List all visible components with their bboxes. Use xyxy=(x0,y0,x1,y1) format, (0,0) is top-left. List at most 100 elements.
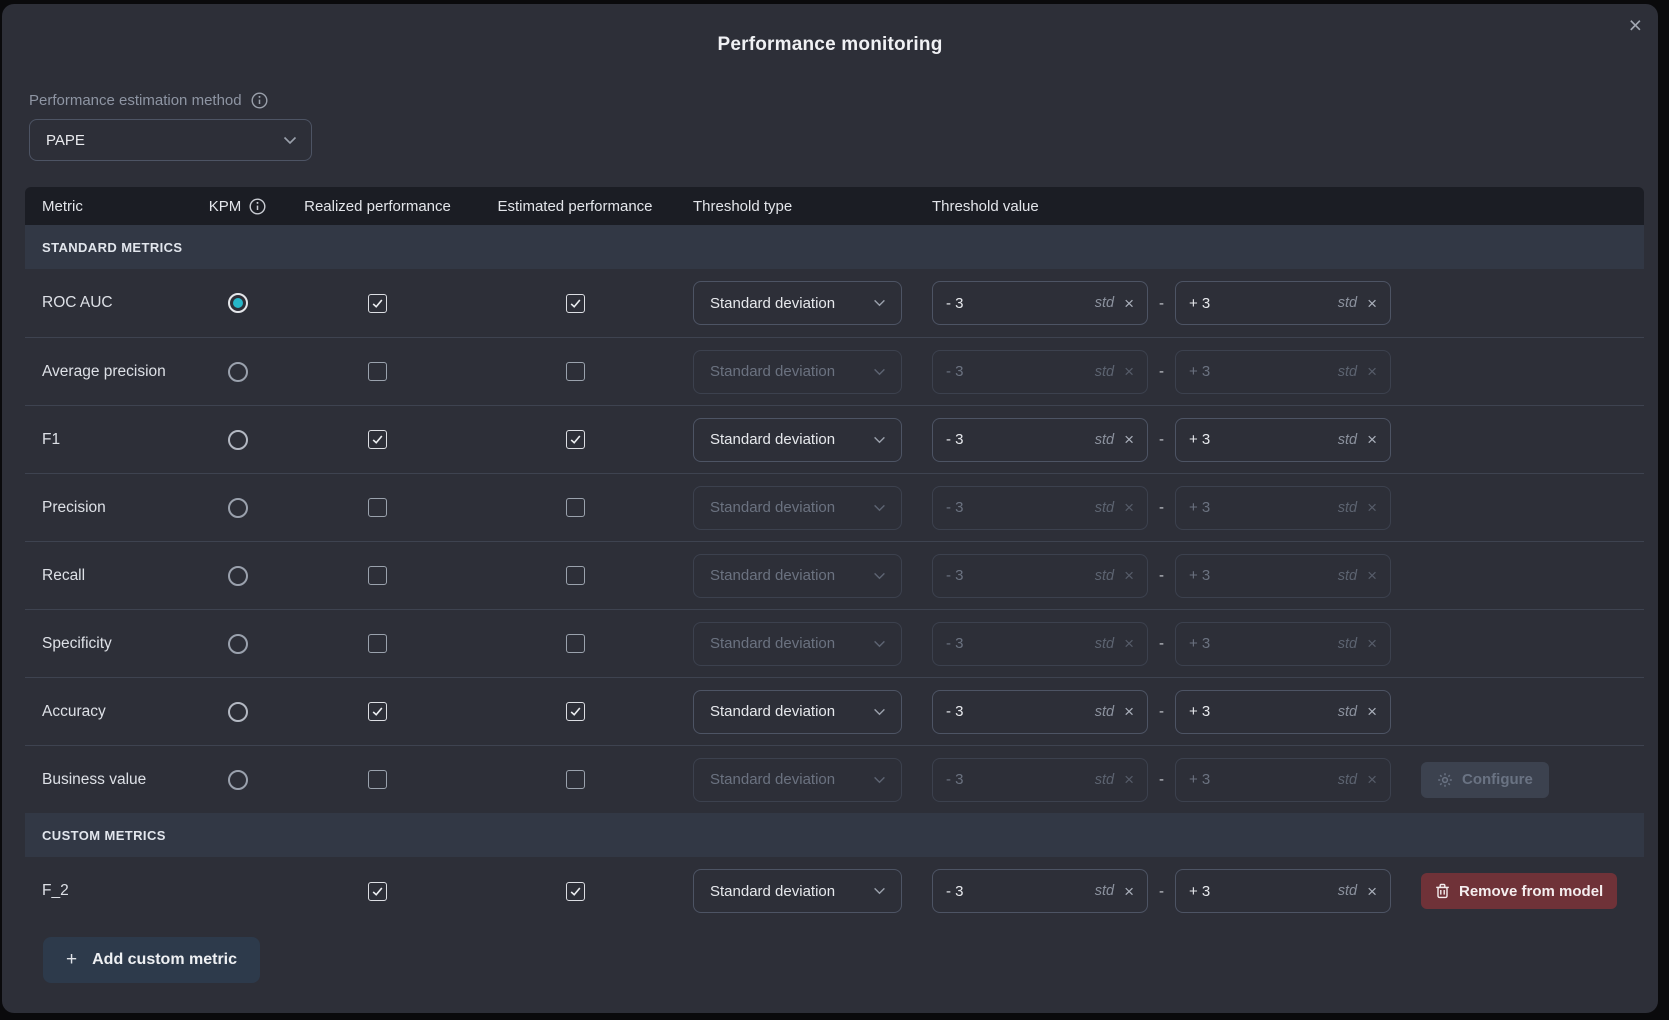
std-unit-label: std xyxy=(1095,500,1114,516)
metric-label: ROC AUC xyxy=(25,294,190,312)
clear-icon[interactable]: × xyxy=(1367,883,1377,900)
clear-icon[interactable]: × xyxy=(1367,363,1377,380)
estimation-method-select[interactable]: PAPE xyxy=(29,119,312,161)
estimated-checkbox[interactable] xyxy=(566,430,585,449)
threshold-upper-value: + 3 xyxy=(1189,635,1328,652)
estimated-checkbox[interactable] xyxy=(566,634,585,653)
add-custom-metric-label: Add custom metric xyxy=(92,951,237,969)
threshold-type-select[interactable]: Standard deviation xyxy=(693,690,902,734)
threshold-lower-input[interactable]: - 3 std × xyxy=(932,554,1148,598)
estimation-method-label: Performance estimation method xyxy=(29,92,242,109)
clear-icon[interactable]: × xyxy=(1124,363,1134,380)
clear-icon[interactable]: × xyxy=(1367,431,1377,448)
threshold-lower-input[interactable]: - 3 std × xyxy=(932,486,1148,530)
estimation-method-block: Performance estimation method PAPE xyxy=(29,92,1658,161)
threshold-upper-input[interactable]: + 3 std × xyxy=(1175,350,1391,394)
estimated-checkbox[interactable] xyxy=(566,498,585,517)
std-unit-label: std xyxy=(1095,432,1114,448)
remove-from-model-button[interactable]: Remove from model xyxy=(1421,873,1617,909)
threshold-lower-input[interactable]: - 3 std × xyxy=(932,758,1148,802)
clear-icon[interactable]: × xyxy=(1367,295,1377,312)
chevron-down-icon xyxy=(873,887,886,895)
metric-label: Specificity xyxy=(25,635,190,653)
table-row: Precision Standard deviation xyxy=(25,473,1644,541)
clear-icon[interactable]: × xyxy=(1367,567,1377,584)
estimated-checkbox[interactable] xyxy=(566,770,585,789)
threshold-upper-input[interactable]: + 3 std × xyxy=(1175,418,1391,462)
kpm-radio[interactable] xyxy=(228,498,248,518)
clear-icon[interactable]: × xyxy=(1367,635,1377,652)
clear-icon[interactable]: × xyxy=(1124,431,1134,448)
threshold-type-select[interactable]: Standard deviation xyxy=(693,486,902,530)
radio-dot-icon xyxy=(233,298,243,308)
realized-checkbox[interactable] xyxy=(368,634,387,653)
threshold-type-select[interactable]: Standard deviation xyxy=(693,350,902,394)
realized-checkbox[interactable] xyxy=(368,770,387,789)
kpm-radio[interactable] xyxy=(228,362,248,382)
kpm-radio[interactable] xyxy=(228,293,248,313)
estimated-checkbox[interactable] xyxy=(566,702,585,721)
realized-checkbox[interactable] xyxy=(368,498,387,517)
estimated-checkbox[interactable] xyxy=(566,362,585,381)
threshold-lower-input[interactable]: - 3 std × xyxy=(932,869,1148,913)
clear-icon[interactable]: × xyxy=(1124,295,1134,312)
threshold-type-select[interactable]: Standard deviation xyxy=(693,281,902,325)
threshold-upper-value: + 3 xyxy=(1189,499,1328,516)
threshold-upper-input[interactable]: + 3 std × xyxy=(1175,869,1391,913)
realized-checkbox[interactable] xyxy=(368,702,387,721)
realized-checkbox[interactable] xyxy=(368,362,387,381)
clear-icon[interactable]: × xyxy=(1367,771,1377,788)
add-custom-metric-button[interactable]: + Add custom metric xyxy=(43,937,260,983)
clear-icon[interactable]: × xyxy=(1124,703,1134,720)
clear-icon[interactable]: × xyxy=(1124,771,1134,788)
threshold-type-select[interactable]: Standard deviation xyxy=(693,554,902,598)
realized-checkbox[interactable] xyxy=(368,566,387,585)
threshold-lower-input[interactable]: - 3 std × xyxy=(932,350,1148,394)
clear-icon[interactable]: × xyxy=(1124,883,1134,900)
estimated-checkbox[interactable] xyxy=(566,566,585,585)
threshold-upper-input[interactable]: + 3 std × xyxy=(1175,486,1391,530)
close-icon[interactable]: × xyxy=(1629,14,1642,37)
radio-dot-icon xyxy=(233,639,243,649)
clear-icon[interactable]: × xyxy=(1124,567,1134,584)
checkmark-icon xyxy=(371,433,384,446)
realized-checkbox[interactable] xyxy=(368,882,387,901)
estimated-checkbox[interactable] xyxy=(566,294,585,313)
kpm-radio[interactable] xyxy=(228,770,248,790)
threshold-upper-input[interactable]: + 3 std × xyxy=(1175,622,1391,666)
clear-icon[interactable]: × xyxy=(1124,635,1134,652)
threshold-upper-input[interactable]: + 3 std × xyxy=(1175,690,1391,734)
checkmark-icon xyxy=(371,569,384,582)
threshold-lower-value: - 3 xyxy=(946,431,1085,448)
realized-checkbox[interactable] xyxy=(368,430,387,449)
threshold-lower-input[interactable]: - 3 std × xyxy=(932,622,1148,666)
threshold-lower-input[interactable]: - 3 std × xyxy=(932,690,1148,734)
kpm-radio[interactable] xyxy=(228,430,248,450)
threshold-type-select[interactable]: Standard deviation xyxy=(693,622,902,666)
clear-icon[interactable]: × xyxy=(1124,499,1134,516)
threshold-lower-input[interactable]: - 3 std × xyxy=(932,418,1148,462)
realized-checkbox[interactable] xyxy=(368,294,387,313)
info-icon[interactable] xyxy=(249,198,266,215)
clear-icon[interactable]: × xyxy=(1367,499,1377,516)
checkmark-icon xyxy=(371,773,384,786)
clear-icon[interactable]: × xyxy=(1367,703,1377,720)
configure-button[interactable]: Configure xyxy=(1421,762,1549,798)
threshold-type-select[interactable]: Standard deviation xyxy=(693,758,902,802)
threshold-upper-input[interactable]: + 3 std × xyxy=(1175,554,1391,598)
threshold-type-select[interactable]: Standard deviation xyxy=(693,418,902,462)
threshold-type-select[interactable]: Standard deviation xyxy=(693,869,902,913)
kpm-radio[interactable] xyxy=(228,566,248,586)
threshold-upper-input[interactable]: + 3 std × xyxy=(1175,758,1391,802)
kpm-radio[interactable] xyxy=(228,634,248,654)
estimated-checkbox[interactable] xyxy=(566,882,585,901)
table-header-row: Metric KPM Realized performance Estimate… xyxy=(25,187,1644,225)
threshold-upper-input[interactable]: + 3 std × xyxy=(1175,281,1391,325)
kpm-radio[interactable] xyxy=(228,702,248,722)
trash-icon xyxy=(1435,883,1450,899)
table-row: Accuracy Standard deviation xyxy=(25,677,1644,745)
threshold-lower-input[interactable]: - 3 std × xyxy=(932,281,1148,325)
std-unit-label: std xyxy=(1338,704,1357,720)
info-icon[interactable] xyxy=(251,92,268,109)
table-row: F_2 Standard deviation xyxy=(25,857,1644,925)
